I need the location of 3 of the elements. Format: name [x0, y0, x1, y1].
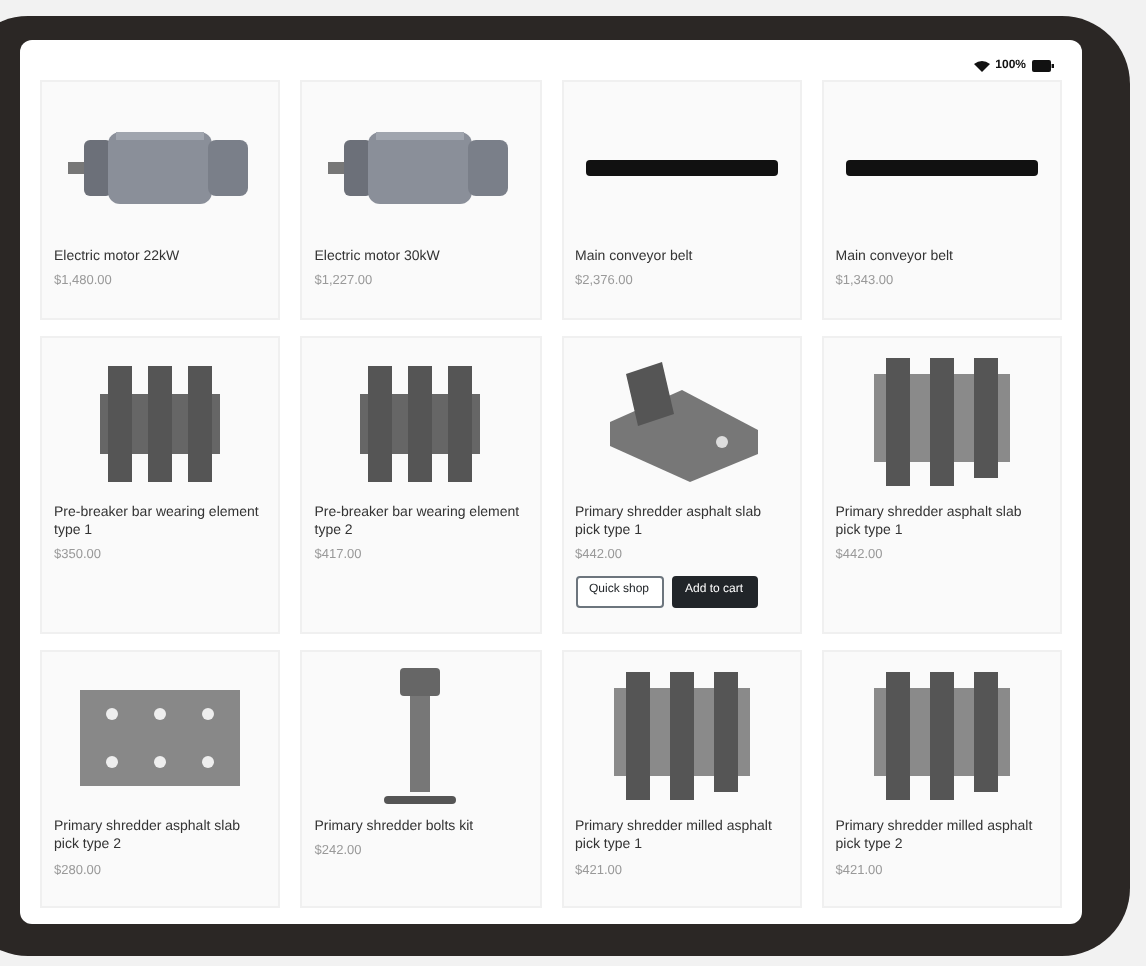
- wifi-icon: [973, 60, 990, 72]
- battery-icon: [1032, 60, 1054, 72]
- bolt-drawing: [380, 668, 461, 809]
